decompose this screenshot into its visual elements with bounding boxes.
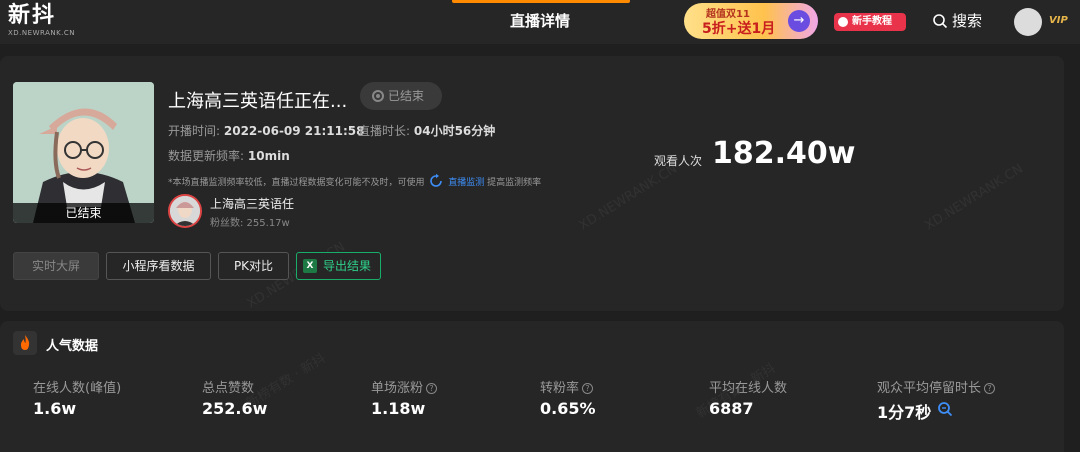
anchor-avatar[interactable] xyxy=(168,194,202,228)
stat-label: 观众平均停留时长 xyxy=(877,381,982,396)
user-avatar[interactable] xyxy=(1014,8,1042,36)
live-status-label: 已结束 xyxy=(388,89,425,103)
arrow-right-icon: → xyxy=(788,10,810,32)
cover-status-badge: 已结束 xyxy=(13,203,154,223)
fire-icon xyxy=(13,331,37,355)
stat-value: 1.6w xyxy=(33,399,77,418)
duration-value: 04小时56分钟 xyxy=(413,124,496,138)
promo-banner[interactable]: 超值双11 5折+送1月 → xyxy=(684,3,818,39)
start-time-value: 2022-06-09 21:11:58 xyxy=(223,124,365,138)
stat-label-with-help: 单场涨粉? xyxy=(371,377,438,396)
realtime-screen-button[interactable]: 实时大屏 xyxy=(13,252,99,280)
stat-label: 总点赞数 xyxy=(202,381,255,396)
update-frequency-label: 数据更新频率: xyxy=(168,149,245,163)
guide-icon xyxy=(838,17,848,27)
mini-program-data-button[interactable]: 小程序看数据 xyxy=(106,252,211,280)
anchor-avatar-image xyxy=(170,196,200,226)
stat-value: 1分7秒 xyxy=(877,403,932,422)
live-title[interactable]: 上海高三英语任正在... xyxy=(168,87,347,113)
top-bar: 新抖 XD.NEWRANK.CN 直播详情 超值双11 5折+送1月 → 新手教… xyxy=(0,0,1080,44)
export-label: 导出结果 xyxy=(323,259,372,273)
anchor-name[interactable]: 上海高三英语任 xyxy=(210,195,294,212)
newbie-guide-label: 新手教程 xyxy=(852,16,892,27)
page-title: 直播详情 xyxy=(509,12,570,30)
stat-label-with-help: 观众平均停留时长? xyxy=(877,377,996,396)
active-tab-indicator xyxy=(452,0,630,3)
refresh-icon xyxy=(430,173,443,187)
vip-badge[interactable]: VIP xyxy=(1049,15,1068,26)
live-monitor-link[interactable]: 直播监测 xyxy=(448,178,484,188)
record-icon xyxy=(372,90,384,102)
notice-tail: 提高监测频率 xyxy=(487,178,542,188)
help-icon[interactable]: ? xyxy=(984,383,996,394)
anchor-fans: 粉丝数: 255.17w xyxy=(210,218,290,229)
pk-compare-button[interactable]: PK对比 xyxy=(218,252,289,280)
search-icon xyxy=(933,14,948,29)
stat-label: 在线人数(峰值) xyxy=(33,381,122,396)
live-cover-image[interactable]: 已结束 xyxy=(13,82,154,223)
excel-icon: X xyxy=(303,259,317,273)
cover-illustration xyxy=(13,82,154,223)
start-time-label: 开播时间: xyxy=(168,124,221,138)
live-status-badge: 已结束 xyxy=(360,82,442,110)
stat-label: 转粉率 xyxy=(540,381,580,396)
promo-offer: 5折+送1月 xyxy=(702,21,776,37)
update-frequency-value: 10min xyxy=(247,149,290,163)
help-icon[interactable]: ? xyxy=(582,383,594,394)
live-duration: 直播时长: 04小时56分钟 xyxy=(358,122,495,139)
stat-value: 1.18w xyxy=(371,399,426,418)
search-label: 搜索 xyxy=(952,12,983,30)
stat-value: 6887 xyxy=(709,399,754,418)
duration-label: 直播时长: xyxy=(358,124,411,138)
update-frequency: 数据更新频率: 10min xyxy=(168,147,290,164)
section-title-popularity: 人气数据 xyxy=(46,339,99,354)
newbie-guide-button[interactable]: 新手教程 xyxy=(834,13,906,31)
stat-label-with-help: 转粉率? xyxy=(540,377,594,396)
monitor-notice: *本场直播监测频率较低，直播过程数据变化可能不及时，可使用 直播监测 提高监测频… xyxy=(168,173,541,189)
viewers-label: 观看人次 xyxy=(654,154,703,168)
magnify-icon[interactable] xyxy=(937,401,953,417)
export-results-button[interactable]: X 导出结果 xyxy=(296,252,381,280)
notice-text: *本场直播监测频率较低，直播过程数据变化可能不及时，可使用 xyxy=(168,178,425,188)
stat-value: 252.6w xyxy=(202,399,268,418)
help-icon[interactable]: ? xyxy=(426,383,438,394)
stat-label: 平均在线人数 xyxy=(709,381,788,396)
stat-label: 单场涨粉 xyxy=(371,381,424,396)
viewers-value: 182.40w xyxy=(712,136,856,171)
search-button[interactable]: 搜索 xyxy=(932,10,982,31)
start-time: 开播时间: 2022-06-09 21:11:58 xyxy=(168,122,365,139)
stat-value: 0.65% xyxy=(540,399,596,418)
